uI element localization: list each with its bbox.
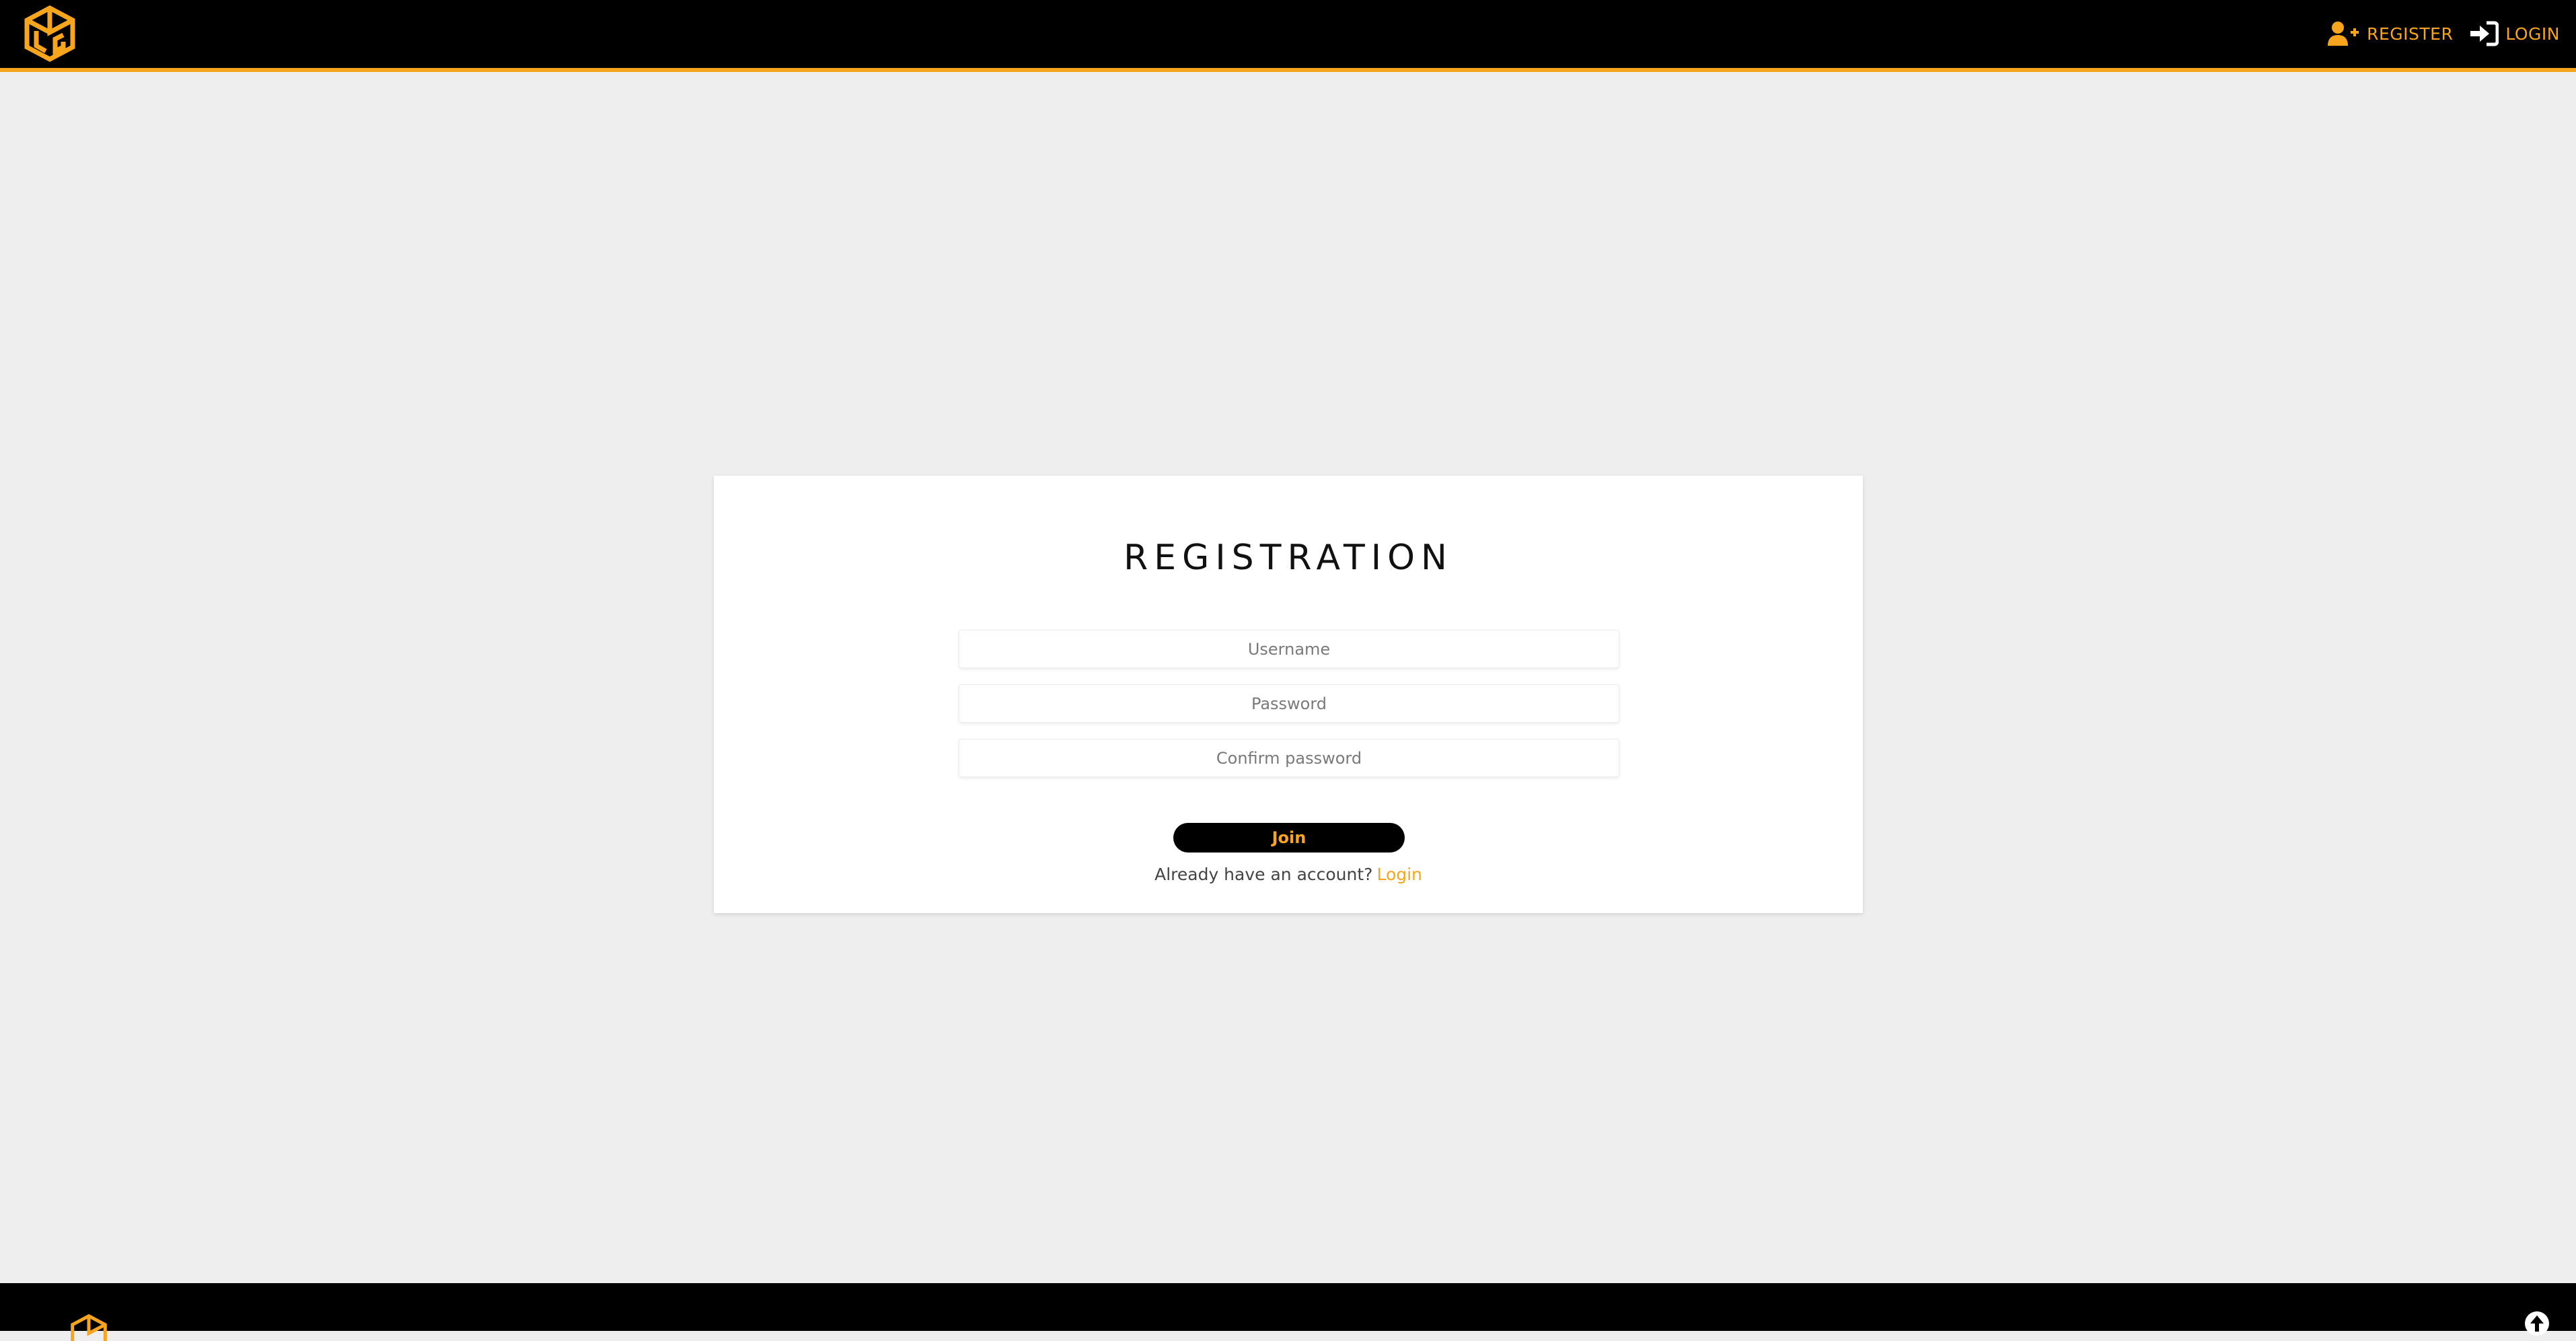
- confirm-password-input[interactable]: [959, 739, 1619, 777]
- footer: [0, 1283, 2576, 1341]
- username-input[interactable]: [959, 630, 1619, 668]
- user-plus-icon: [2328, 22, 2359, 46]
- account-text: Already have an account?: [1154, 865, 1373, 884]
- cube-logo-icon[interactable]: [24, 5, 75, 62]
- register-nav-label: REGISTER: [2367, 24, 2454, 44]
- register-nav-link[interactable]: REGISTER: [2326, 20, 2453, 47]
- sign-in-icon: [2470, 21, 2499, 46]
- login-nav-link[interactable]: LOGIN: [2469, 20, 2560, 47]
- login-link[interactable]: Login: [1376, 865, 1422, 884]
- arrow-up-circle-icon[interactable]: [2525, 1311, 2549, 1336]
- page-title: REGISTRATION: [1124, 538, 1453, 578]
- join-button[interactable]: Join: [1173, 823, 1405, 853]
- login-nav-label: LOGIN: [2505, 24, 2560, 44]
- registration-card: REGISTRATION Join Already have an accoun…: [714, 476, 1863, 913]
- cube-logo-icon: [65, 1314, 113, 1341]
- password-input[interactable]: [959, 684, 1619, 723]
- login-prompt: Already have an account? Login: [714, 865, 1863, 884]
- header-nav: REGISTER LOGIN: [2310, 19, 2560, 48]
- top-navbar: REGISTER LOGIN: [0, 0, 2576, 72]
